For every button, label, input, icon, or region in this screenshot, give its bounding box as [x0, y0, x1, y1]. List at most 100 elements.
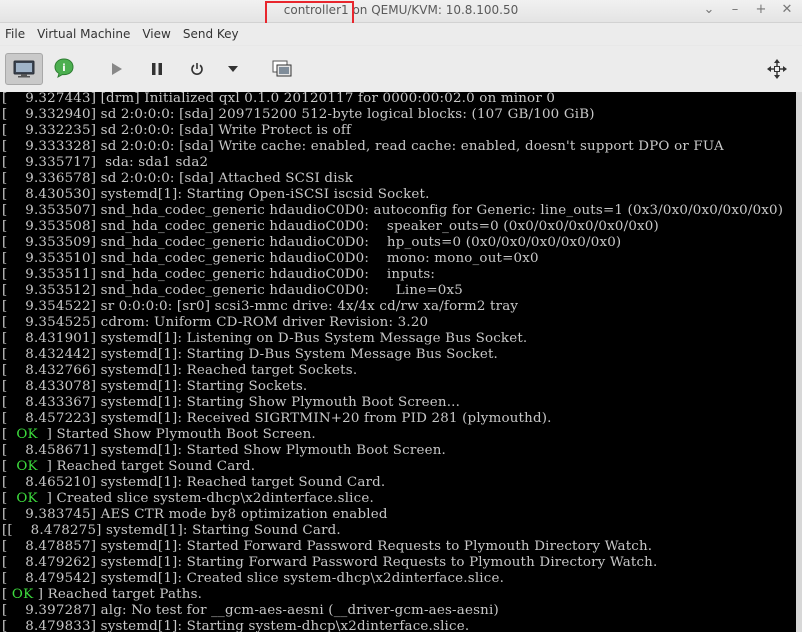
menu-file[interactable]: File: [0, 27, 31, 41]
power-icon: [191, 63, 203, 75]
console-line: [ 9.353508] snd_hda_codec_generic hdaudi…: [2, 219, 659, 235]
console-text: [ 8.478857] systemd[1]: Started Forward …: [2, 539, 653, 554]
toolbar: i: [0, 46, 802, 93]
console-text: [ 9.327443] [drm] Initialized qxl 0.1.0 …: [2, 92, 556, 106]
window-menu-icon[interactable]: ⌄: [702, 2, 716, 17]
console-text: [ 9.397287] alg: No test for __gcm-aes-a…: [2, 603, 499, 618]
console-text: [ 9.353509] snd_hda_codec_generic hdaudi…: [2, 235, 622, 250]
console-line: [ 9.353507] snd_hda_codec_generic hdaudi…: [2, 203, 783, 219]
console-text: ] Created slice system-dhcp\x2dinterface…: [37, 491, 374, 506]
window-title: controller1 on QEMU/KVM: 10.8.100.50: [0, 3, 802, 17]
console-text: [ 9.335717] sda: sda1 sda2: [2, 155, 209, 170]
console-line: [ 8.479542] systemd[1]: Created slice sy…: [2, 571, 504, 587]
console-view-button[interactable]: [5, 53, 43, 85]
console-line: [ 8.457223] systemd[1]: Received SIGRTMI…: [2, 411, 552, 427]
pause-button[interactable]: [144, 56, 170, 82]
title-host: on QEMU/KVM: 10.8.100.50: [348, 3, 519, 17]
console-text: [ 9.353512] snd_hda_codec_generic hdaudi…: [2, 283, 463, 298]
details-view-button[interactable]: i: [48, 53, 80, 83]
console-line: [[ 8.478275] systemd[1]: Starting Sound …: [2, 523, 341, 539]
window-controls: ⌄ – + ✕: [702, 2, 794, 17]
shutdown-menu-button[interactable]: [224, 56, 242, 82]
console-text: [ 8.433367] systemd[1]: Starting Show Pl…: [2, 395, 461, 410]
console-text: [ 8.479833] systemd[1]: Starting system-…: [2, 619, 470, 632]
console-text: [ 8.433078] systemd[1]: Starting Sockets…: [2, 379, 308, 394]
menu-virtual-machine[interactable]: Virtual Machine: [31, 27, 136, 41]
console-text: [ 9.354525] cdrom: Uniform CD-ROM driver…: [2, 315, 429, 330]
menu-bar: File Virtual Machine View Send Key: [0, 23, 802, 45]
shutdown-button[interactable]: [184, 56, 210, 82]
title-vm-name: controller1: [283, 3, 349, 17]
console-text: [ 9.353507] snd_hda_codec_generic hdaudi…: [2, 203, 784, 218]
console-text: [ 9.333328] sd 2:0:0:0: [sda] Write cach…: [2, 139, 724, 154]
play-icon: [112, 63, 122, 75]
console-text: [ 9.336578] sd 2:0:0:0: [sda] Attached S…: [2, 171, 354, 186]
console-line: [ 8.479262] systemd[1]: Starting Forward…: [2, 555, 657, 571]
info-bubble-icon: i: [54, 58, 74, 79]
console-line: [ 9.383745] AES CTR mode by8 optimizatio…: [2, 507, 388, 523]
snapshots-button[interactable]: [268, 55, 296, 83]
vm-console-screen[interactable]: [ 9.327443] [drm] Initialized qxl 0.1.0 …: [0, 92, 796, 632]
console-line: [ 8.433078] systemd[1]: Starting Sockets…: [2, 379, 307, 395]
console-line: [ 9.353511] snd_hda_codec_generic hdaudi…: [2, 267, 435, 283]
console-line: [ 8.479833] systemd[1]: Starting system-…: [2, 619, 469, 632]
svg-text:i: i: [62, 63, 65, 74]
console-scrollbar[interactable]: [796, 92, 802, 632]
console-text: [ 9.383745] AES CTR mode by8 optimizatio…: [2, 507, 388, 522]
console-line: [ 8.432766] systemd[1]: Reached target S…: [2, 363, 357, 379]
console-text: [ 8.430530] systemd[1]: Starting Open-iS…: [2, 187, 430, 202]
console-text: [ 9.353508] snd_hda_codec_generic hdaudi…: [2, 219, 659, 234]
console-line: [ OK ] Reached target Sound Card.: [2, 459, 255, 475]
close-icon[interactable]: ✕: [780, 2, 794, 17]
console-line: [ 9.333328] sd 2:0:0:0: [sda] Write cach…: [2, 139, 724, 155]
console-line: [ 9.332235] sd 2:0:0:0: [sda] Write Prot…: [2, 123, 351, 139]
console-line: [ 8.432442] systemd[1]: Starting D-Bus S…: [2, 347, 498, 363]
console-line: [ OK ] Created slice system-dhcp\x2dinte…: [2, 491, 374, 507]
console-line: [ 9.332940] sd 2:0:0:0: [sda] 209715200 …: [2, 107, 595, 123]
monitor-icon: [13, 60, 35, 78]
maximize-icon[interactable]: +: [754, 2, 768, 17]
console-text: [ 9.353510] snd_hda_codec_generic hdaudi…: [2, 251, 539, 266]
ok-status: OK: [16, 491, 38, 506]
console-line: [ 9.327443] [drm] Initialized qxl 0.1.0 …: [2, 92, 555, 107]
console-line: [ 8.478857] systemd[1]: Started Forward …: [2, 539, 652, 555]
console-text: [ 8.432442] systemd[1]: Starting D-Bus S…: [2, 347, 498, 362]
console-text: [ 9.332235] sd 2:0:0:0: [sda] Write Prot…: [2, 123, 352, 138]
window-titlebar[interactable]: controller1 on QEMU/KVM: 10.8.100.50 ⌄ –…: [0, 0, 802, 27]
console-text: [ 9.354522] sr 0:0:0:0: [sr0] scsi3-mmc …: [2, 299, 519, 314]
console-line: [ 9.354522] sr 0:0:0:0: [sr0] scsi3-mmc …: [2, 299, 518, 315]
console-line: [ 9.353509] snd_hda_codec_generic hdaudi…: [2, 235, 621, 251]
caret-down-icon: [228, 66, 238, 72]
ok-status: OK: [11, 587, 34, 602]
console-line: [ 9.397287] alg: No test for __gcm-aes-a…: [2, 603, 499, 619]
console-text: [ 8.457223] systemd[1]: Received SIGRTMI…: [2, 411, 552, 426]
console-text: [ 8.479262] systemd[1]: Starting Forward…: [2, 555, 658, 570]
console-text: ] Reached target Sound Card.: [37, 459, 256, 474]
console-line: [ 8.430530] systemd[1]: Starting Open-iS…: [2, 187, 430, 203]
menu-view[interactable]: View: [136, 27, 176, 41]
move-arrows-icon: [767, 59, 787, 79]
console-text: ] Started Show Plymouth Boot Screen.: [37, 427, 316, 442]
console-text: [: [2, 587, 12, 602]
console-line: [ 9.353512] snd_hda_codec_generic hdaudi…: [2, 283, 463, 299]
console-text: [[ 8.478275] systemd[1]: Starting Sound …: [2, 523, 341, 538]
menu-send-key[interactable]: Send Key: [177, 27, 245, 41]
console-line: [ OK ] Started Show Plymouth Boot Screen…: [2, 427, 316, 443]
console-text: [: [2, 459, 17, 474]
run-button[interactable]: [104, 56, 130, 82]
console-text: [ 8.432766] systemd[1]: Reached target S…: [2, 363, 358, 378]
snapshot-icon: [272, 60, 292, 77]
console-text: [: [2, 427, 17, 442]
minimize-icon[interactable]: –: [728, 2, 742, 17]
console-line: [ 9.335717] sda: sda1 sda2: [2, 155, 208, 171]
console-line: [ 8.433367] systemd[1]: Starting Show Pl…: [2, 395, 460, 411]
console-line: [ 9.353510] snd_hda_codec_generic hdaudi…: [2, 251, 539, 267]
console-line: [ OK ] Reached target Paths.: [2, 587, 202, 603]
console-text: [ 9.353511] snd_hda_codec_generic hdaudi…: [2, 267, 436, 282]
console-text: [ 9.332940] sd 2:0:0:0: [sda] 209715200 …: [2, 107, 595, 122]
fullscreen-button[interactable]: [764, 56, 790, 82]
console-line: [ 8.465210] systemd[1]: Reached target S…: [2, 475, 385, 491]
console-line: [ 9.336578] sd 2:0:0:0: [sda] Attached S…: [2, 171, 353, 187]
console-text: [ 8.458671] systemd[1]: Started Show Ply…: [2, 443, 447, 458]
console-text: [ 8.431901] systemd[1]: Listening on D-B…: [2, 331, 528, 346]
